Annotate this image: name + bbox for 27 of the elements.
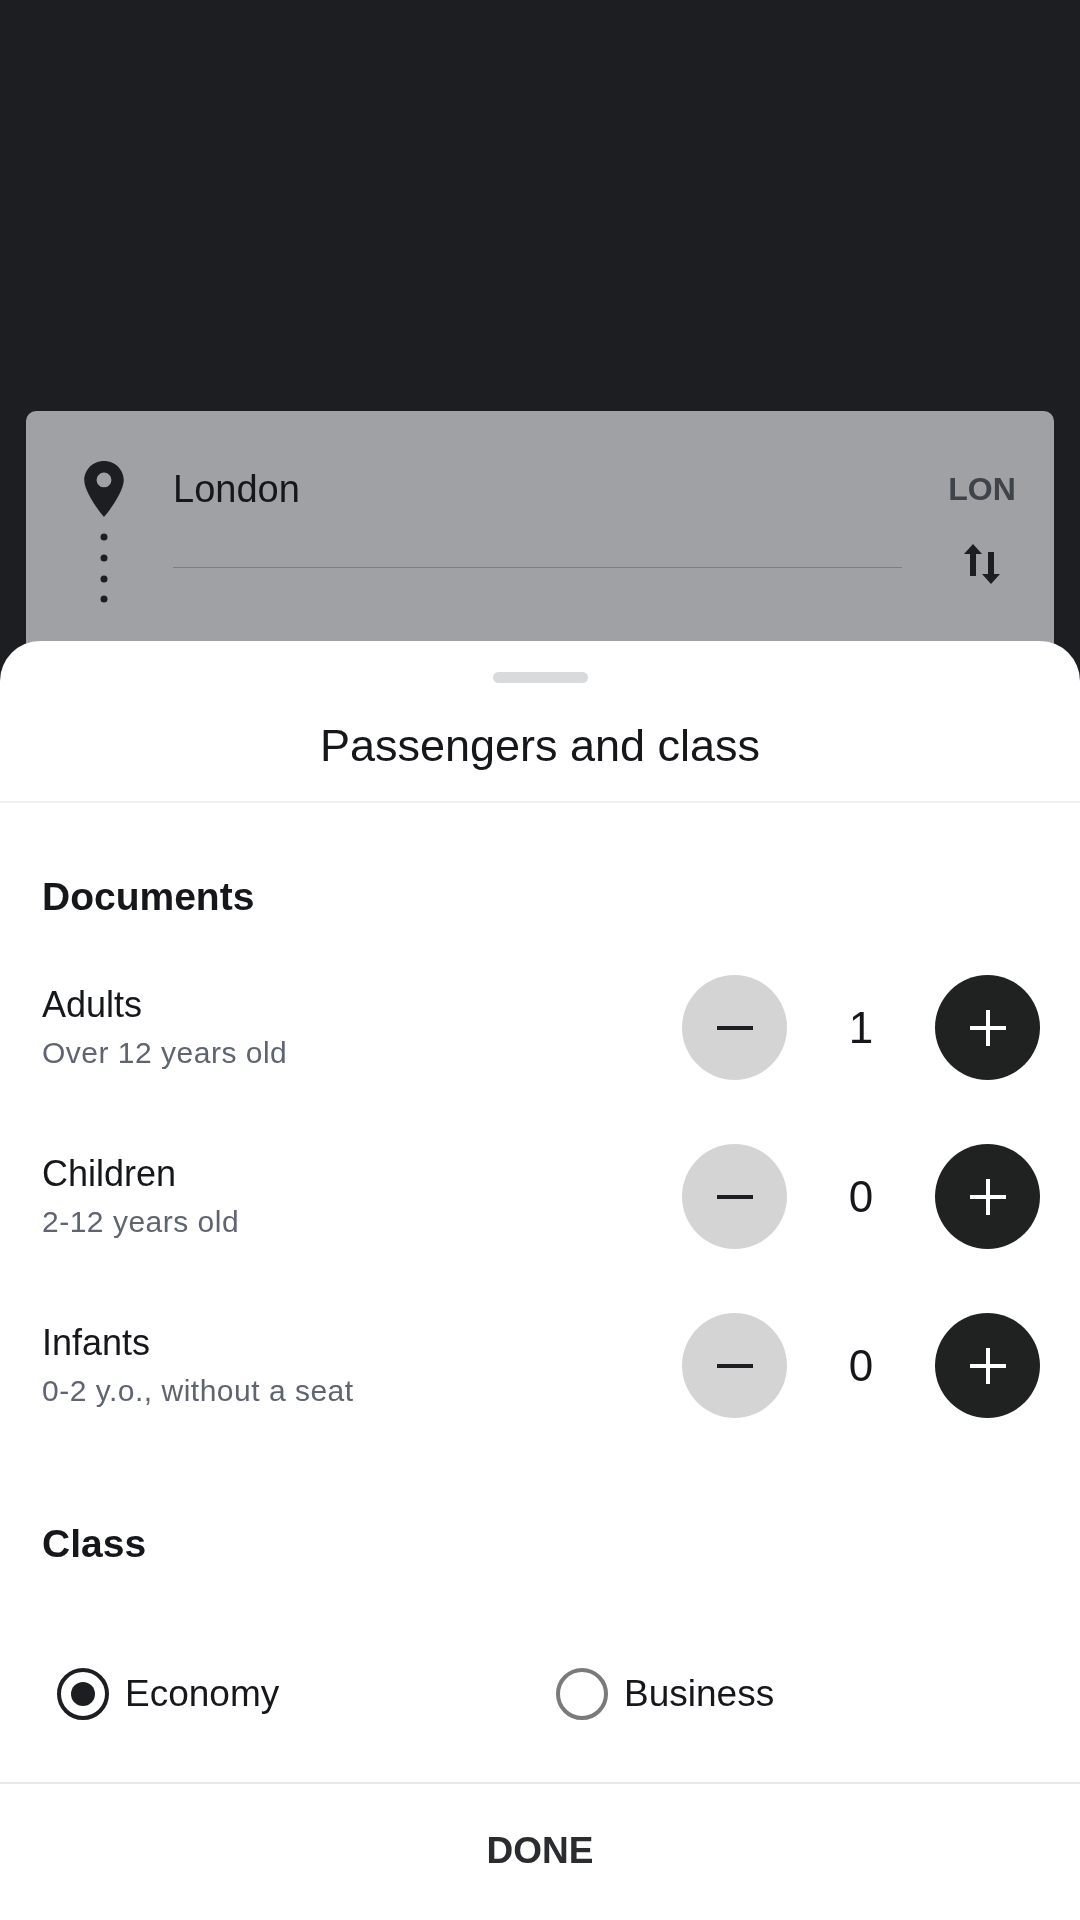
dotted-line-icon: [100, 533, 108, 603]
passenger-type: Adults: [42, 982, 143, 1027]
class-option[interactable]: Economy: [125, 1673, 280, 1715]
passenger-type: Infants: [42, 1320, 151, 1365]
plus-icon: [967, 1007, 1008, 1048]
radio-button[interactable]: [556, 1668, 608, 1720]
origin-code: LON: [948, 470, 1016, 509]
class-option[interactable]: Business: [624, 1673, 775, 1715]
passenger-type: Children: [42, 1151, 177, 1196]
age-note: Over 12 years old: [42, 1034, 288, 1071]
section-heading: Documents: [42, 874, 255, 920]
sheet-title: Passengers and class: [319, 719, 761, 773]
age-note: 0-2 y.o., without a seat: [42, 1372, 354, 1409]
minus-icon: [716, 1194, 753, 1199]
plus-icon: [967, 1345, 1008, 1386]
pin-icon: [84, 461, 124, 517]
drag-handle[interactable]: [492, 672, 588, 683]
minus-icon: [716, 1363, 753, 1368]
minus-icon: [716, 1025, 753, 1030]
radio-button[interactable]: [57, 1668, 109, 1720]
plus-icon: [967, 1176, 1008, 1217]
age-note: 2-12 years old: [42, 1203, 240, 1240]
count-value: 0: [847, 1340, 875, 1391]
count-value: 1: [847, 1002, 875, 1053]
origin-city[interactable]: London: [173, 461, 942, 517]
section-heading: Class: [42, 1521, 147, 1567]
count-value: 0: [847, 1171, 875, 1222]
